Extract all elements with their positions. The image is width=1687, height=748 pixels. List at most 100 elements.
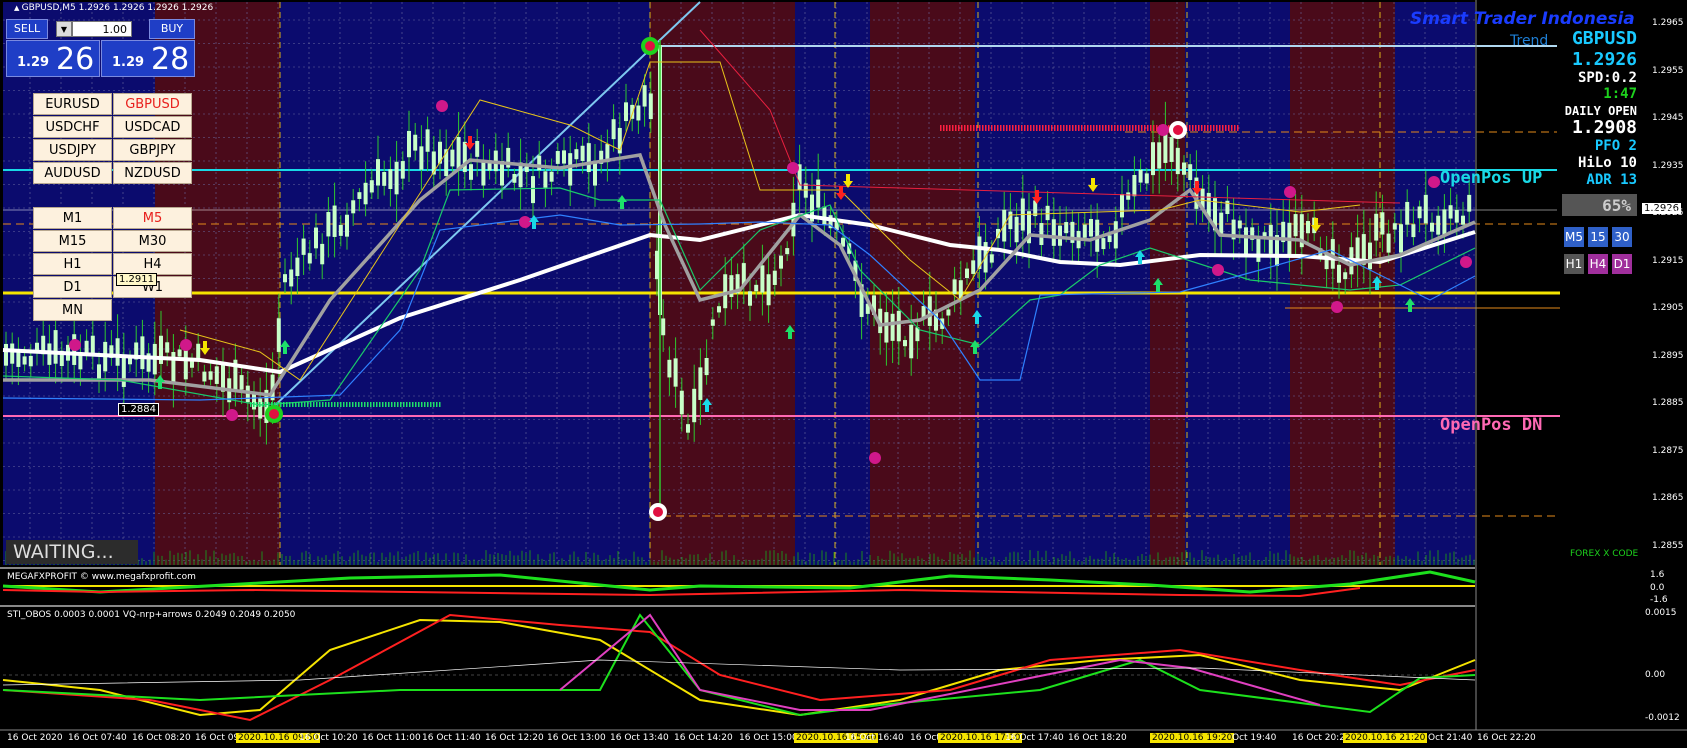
red-dotted-zone: [1219, 125, 1221, 131]
red-dotted-zone: [1033, 125, 1035, 131]
red-dotted-zone: [1129, 125, 1131, 131]
candle-body: [593, 160, 597, 186]
waiting-status: WAITING...: [6, 540, 138, 564]
red-dotted-zone: [973, 125, 975, 131]
candle-body: [456, 136, 461, 169]
price-tag-1: 1.2911: [116, 273, 157, 286]
symbol-button-usdjpy[interactable]: USDJPY: [33, 139, 112, 161]
mini-tf-30[interactable]: 30: [1612, 227, 1632, 247]
candle-body: [512, 173, 517, 183]
lot-dropdown-icon[interactable]: ▼: [56, 21, 72, 37]
time-axis-label: 16 Oct 11:00: [362, 733, 421, 743]
candle-body: [611, 119, 616, 140]
candle-body: [1374, 213, 1379, 241]
red-dotted-zone: [1213, 125, 1215, 131]
candle-body: [369, 180, 374, 193]
timeframe-button-h1[interactable]: H1: [33, 253, 112, 275]
candle-body: [816, 179, 821, 208]
timeframe-button-d1[interactable]: D1: [33, 276, 112, 298]
marker-circle: [1460, 256, 1472, 268]
subwindow-separator: [0, 605, 1475, 607]
symbol-info-text: GBPUSD,M5 1.2926 1.2926 1.2926 1.2926: [21, 3, 214, 13]
red-dotted-zone: [1042, 125, 1044, 131]
candle-body: [1423, 194, 1428, 224]
green-dotted-zone: [373, 402, 375, 407]
candle-body: [128, 357, 132, 365]
timeframe-button-h4[interactable]: H4: [113, 253, 192, 275]
green-dotted-zone: [280, 402, 282, 407]
candle-body: [785, 248, 790, 255]
mini-tf-m5[interactable]: M5: [1564, 227, 1584, 247]
green-dotted-zone: [259, 402, 261, 407]
timeframe-button-mn[interactable]: MN: [33, 299, 112, 321]
sub2-title: STI_OBOS 0.0003 0.0001 VQ-nrp+arrows 0.2…: [7, 610, 296, 620]
signal-circle-center: [1173, 125, 1183, 135]
timeframe-button-m30[interactable]: M30: [113, 230, 192, 252]
green-dotted-zone: [322, 402, 324, 407]
symbol-button-gbpjpy[interactable]: GBPJPY: [113, 139, 192, 161]
timeframe-button-m5[interactable]: M5: [113, 207, 192, 229]
symbol-button-nzdusd[interactable]: NZDUSD: [113, 162, 192, 184]
sell-price-big: 26: [56, 42, 95, 77]
candle-body: [946, 309, 951, 316]
candle-body: [307, 253, 312, 264]
green-dotted-zone: [364, 402, 366, 407]
green-dotted-zone: [310, 402, 312, 407]
candle-body: [568, 153, 573, 186]
mini-tf-d1[interactable]: D1: [1612, 254, 1632, 274]
red-dotted-zone: [1135, 125, 1137, 131]
red-dotted-zone: [1231, 125, 1233, 131]
candle-body: [1182, 162, 1186, 175]
red-dotted-zone: [1009, 125, 1011, 131]
symbol-button-usdcad[interactable]: USDCAD: [113, 116, 192, 138]
mini-tf-h1[interactable]: H1: [1564, 254, 1584, 274]
symbol-button-usdchf[interactable]: USDCHF: [33, 116, 112, 138]
symbol-button-gbpusd[interactable]: GBPUSD: [113, 93, 192, 115]
candle-body: [698, 367, 703, 400]
time-axis-label: 16 Oct 18:20: [1068, 733, 1127, 743]
timeframe-button-m15[interactable]: M15: [33, 230, 112, 252]
candle-body: [214, 366, 219, 384]
mini-tf-h4[interactable]: H4: [1588, 254, 1608, 274]
green-dotted-zone: [379, 402, 381, 407]
candle-body: [165, 342, 170, 353]
candle-body: [1138, 169, 1143, 183]
candle-body: [1045, 205, 1050, 221]
sell-price[interactable]: 1.29 26: [6, 40, 100, 77]
candle-body: [239, 375, 244, 390]
candle-body: [351, 200, 356, 214]
green-dotted-zone: [376, 402, 378, 407]
info-panel: GBPUSD 1.2926 SPD:0.2 1:47 DAILY OPEN 1.…: [1557, 24, 1637, 281]
candle-body: [481, 162, 486, 186]
lot-size-input[interactable]: [72, 21, 132, 37]
red-dotted-zone: [1204, 125, 1206, 131]
time-axis-label: Oct 21:40: [1428, 733, 1473, 743]
red-dotted-zone: [985, 125, 987, 131]
info-daily-open-label: DAILY OPEN: [1564, 104, 1637, 118]
candle-body: [320, 243, 325, 265]
candle-body: [469, 164, 473, 180]
red-dotted-zone: [1210, 125, 1212, 131]
timeframe-button-m1[interactable]: M1: [33, 207, 112, 229]
buy-price[interactable]: 1.29 28: [101, 40, 195, 77]
buy-button[interactable]: BUY: [149, 19, 195, 39]
symbol-button-audusd[interactable]: AUDUSD: [33, 162, 112, 184]
candle-body: [1386, 233, 1391, 253]
info-percent: 65%: [1602, 196, 1631, 215]
chart-zone: [280, 2, 650, 565]
sell-button[interactable]: SELL: [6, 19, 48, 39]
time-axis-label: 16 Oct 11:40: [422, 733, 481, 743]
price-axis-label: 1.2915: [1652, 255, 1684, 266]
red-dotted-zone: [970, 125, 972, 131]
chart-zone: [185, 2, 280, 565]
green-dotted-zone: [436, 402, 438, 407]
red-dotted-zone: [1150, 125, 1152, 131]
green-dotted-zone: [268, 402, 270, 407]
candle-body: [419, 146, 424, 170]
time-axis-label: 16 Oct 07:40: [68, 733, 127, 743]
mini-tf-15[interactable]: 15: [1588, 227, 1608, 247]
time-axis-label: 16 Oct 10:20: [299, 733, 358, 743]
symbol-button-eurusd[interactable]: EURUSD: [33, 93, 112, 115]
time-axis-label: Oct 19:40: [1232, 733, 1277, 743]
price-chart[interactable]: [0, 0, 1687, 748]
